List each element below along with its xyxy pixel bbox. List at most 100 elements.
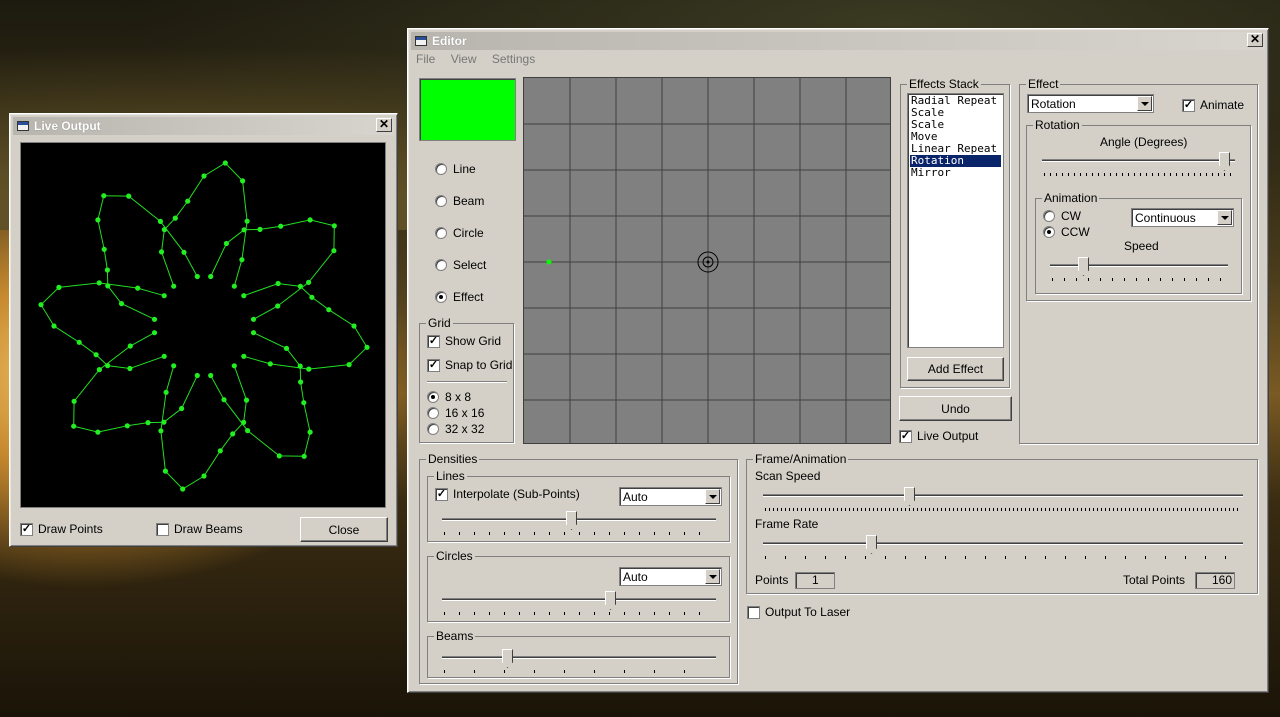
laser-point xyxy=(161,353,167,359)
live-output-titlebar[interactable]: Live Output ✕ xyxy=(13,117,394,135)
laser-point xyxy=(250,316,257,322)
tool-select-radio[interactable]: Select xyxy=(435,258,486,272)
beam-path xyxy=(243,282,368,370)
laser-point xyxy=(239,257,245,263)
editor-titlebar[interactable]: Editor ✕ xyxy=(411,32,1265,50)
add-effect-button[interactable]: Add Effect xyxy=(907,357,1004,381)
slider-ticks xyxy=(1052,278,1226,281)
menu-bar: File View Settings xyxy=(416,52,547,66)
show-grid-checkbox[interactable]: ✓ Show Grid xyxy=(427,334,501,348)
effect-type-select[interactable]: Rotation xyxy=(1027,94,1154,113)
editor-title: Editor xyxy=(432,34,467,48)
total-points-field: 160 xyxy=(1195,572,1235,589)
laser-point xyxy=(301,400,307,406)
laser-point xyxy=(96,367,102,373)
circles-density-slider[interactable] xyxy=(442,591,716,615)
scan-speed-slider[interactable] xyxy=(763,487,1243,511)
chevron-down-icon[interactable] xyxy=(1137,96,1152,111)
snap-grid-checkbox[interactable]: ✓ Snap to Grid xyxy=(427,358,512,372)
radio-dot xyxy=(1043,210,1055,222)
menu-file[interactable]: File xyxy=(416,52,435,66)
lines-density-slider[interactable] xyxy=(442,511,716,535)
laser-point xyxy=(245,428,251,434)
laser-point xyxy=(208,273,214,280)
laser-point xyxy=(180,486,186,492)
rotation-group-title: Rotation xyxy=(1033,118,1082,132)
grid-size-16-radio[interactable]: 16 x 16 xyxy=(427,406,484,420)
radio-dot xyxy=(435,259,447,271)
laser-point xyxy=(331,223,337,229)
tool-effect-radio[interactable]: Effect xyxy=(435,290,483,304)
undo-button[interactable]: Undo xyxy=(899,396,1012,421)
animate-checkbox[interactable]: ✓ Animate xyxy=(1182,98,1244,112)
frame-rate-slider[interactable] xyxy=(763,535,1243,559)
slider-thumb[interactable] xyxy=(904,487,915,506)
draw-points-checkbox[interactable]: ✓ Draw Points xyxy=(20,522,103,536)
menu-settings[interactable]: Settings xyxy=(492,52,535,66)
laser-point xyxy=(346,362,352,368)
tool-beam-radio[interactable]: Beam xyxy=(435,194,484,208)
laser-point xyxy=(326,307,332,313)
angle-slider[interactable] xyxy=(1042,152,1235,176)
close-icon[interactable]: ✕ xyxy=(376,118,392,132)
ccw-radio[interactable]: CCW xyxy=(1043,225,1090,239)
radio-dot xyxy=(435,291,447,303)
lines-density-select[interactable]: Auto xyxy=(619,487,722,506)
editor-canvas[interactable] xyxy=(523,77,891,444)
tool-circle-radio[interactable]: Circle xyxy=(435,226,484,240)
cw-radio[interactable]: CW xyxy=(1043,209,1081,223)
animation-mode-select[interactable]: Continuous xyxy=(1131,208,1234,227)
slider-thumb[interactable] xyxy=(1219,152,1230,171)
grid-size-8-radio[interactable]: 8 x 8 xyxy=(427,390,471,404)
laser-point xyxy=(231,363,237,369)
effects-stack-title: Effects Stack xyxy=(907,77,981,91)
chevron-down-icon[interactable] xyxy=(705,569,720,584)
animation-group-title: Animation xyxy=(1042,191,1100,205)
laser-point xyxy=(127,343,133,349)
speed-slider[interactable] xyxy=(1050,257,1228,281)
live-output-checkbox[interactable]: ✓ Live Output xyxy=(899,429,978,443)
beams-density-slider[interactable] xyxy=(442,649,716,673)
laser-point xyxy=(194,273,200,280)
laser-point xyxy=(223,240,229,247)
close-button[interactable]: Close xyxy=(300,517,388,542)
laser-point xyxy=(278,223,284,229)
laser-point xyxy=(331,248,337,254)
slider-thumb[interactable] xyxy=(566,511,577,530)
scan-speed-label: Scan Speed xyxy=(755,469,821,483)
laser-point xyxy=(250,330,257,336)
animate-label: Animate xyxy=(1200,98,1245,112)
effects-stack-list[interactable]: Radial Repeat Scale Scale Move Linear Re… xyxy=(907,93,1004,348)
laser-point xyxy=(241,293,247,299)
grid-divider xyxy=(427,381,507,383)
angle-label: Angle (Degrees) xyxy=(1100,135,1188,149)
output-to-laser-box xyxy=(747,605,760,619)
chevron-down-icon[interactable] xyxy=(705,489,720,504)
menu-view[interactable]: View xyxy=(451,52,477,66)
close-icon[interactable]: ✕ xyxy=(1247,33,1263,47)
slider-thumb[interactable] xyxy=(605,591,616,610)
laser-point xyxy=(105,283,111,289)
laser-point xyxy=(257,226,263,232)
slider-thumb[interactable] xyxy=(502,649,513,668)
laser-point xyxy=(194,372,200,379)
slider-track xyxy=(442,518,716,521)
grid-size-32-radio[interactable]: 32 x 32 xyxy=(427,422,484,436)
slider-thumb[interactable] xyxy=(1078,257,1089,276)
slider-thumb[interactable] xyxy=(866,535,877,554)
canvas-point[interactable] xyxy=(546,259,552,265)
output-to-laser-checkbox[interactable]: Output To Laser xyxy=(747,605,850,619)
draw-beams-checkbox[interactable]: Draw Beams xyxy=(156,522,243,536)
radio-dot xyxy=(435,227,447,239)
interpolate-checkbox[interactable]: ✓ Interpolate (Sub-Points) xyxy=(435,487,580,501)
laser-point xyxy=(181,249,187,255)
color-swatch[interactable] xyxy=(419,78,516,141)
laser-point xyxy=(71,398,77,404)
laser-point xyxy=(222,160,228,166)
circles-density-select[interactable]: Auto xyxy=(619,567,722,586)
chevron-down-icon[interactable] xyxy=(1217,210,1232,225)
radio-dot xyxy=(427,407,439,419)
effect-item[interactable]: Mirror xyxy=(910,167,1001,179)
laser-point xyxy=(95,217,101,223)
tool-line-radio[interactable]: Line xyxy=(435,162,476,176)
